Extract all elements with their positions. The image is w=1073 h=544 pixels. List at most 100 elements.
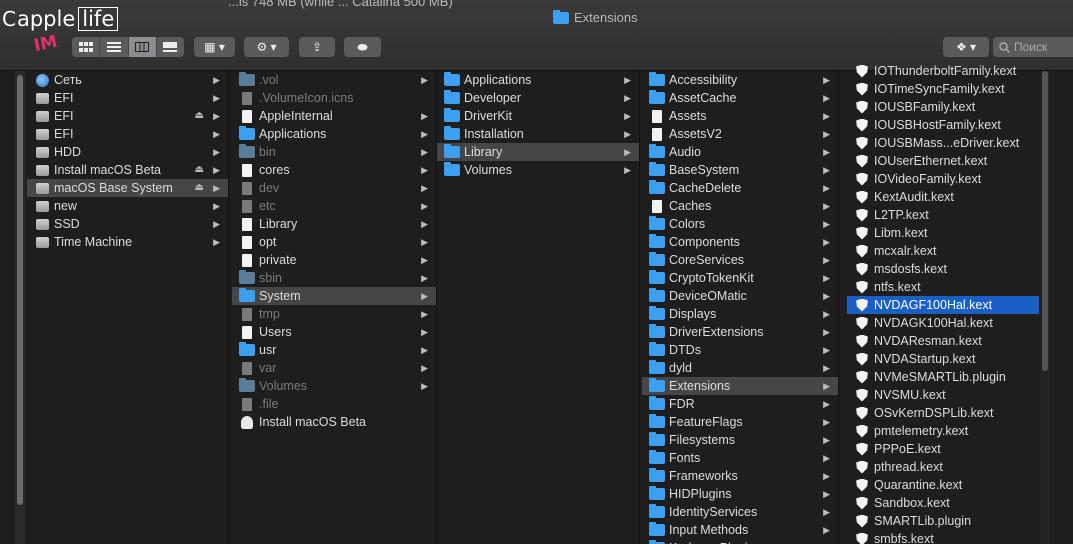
tag-button[interactable]: ⬬	[344, 37, 381, 57]
library-item[interactable]: IdentityServices ▶	[642, 503, 838, 521]
library-item[interactable]: CryptoTokenKit ▶	[642, 269, 838, 287]
root-item[interactable]: dev ▶	[232, 179, 436, 197]
root-item[interactable]: opt ▶	[232, 233, 436, 251]
root-item[interactable]: .vol ▶	[232, 71, 436, 89]
root-item[interactable]: private ▶	[232, 251, 436, 269]
search-input[interactable]: Поиск	[993, 37, 1073, 57]
extensions-item[interactable]: Libm.kext	[847, 224, 1039, 242]
list-view-button[interactable]	[100, 37, 129, 57]
system-item[interactable]: Developer ▶	[437, 89, 639, 107]
extensions-item[interactable]: msdosfs.kext	[847, 260, 1039, 278]
extensions-item[interactable]: ntfs.kext	[847, 278, 1039, 296]
eject-icon[interactable]: ⏏	[195, 107, 204, 125]
root-item[interactable]: System ▶	[232, 287, 436, 305]
extensions-item[interactable]: NVDAResman.kext	[847, 332, 1039, 350]
sidebar-item[interactable]: HDD ▶	[27, 143, 228, 161]
system-item[interactable]: DriverKit ▶	[437, 107, 639, 125]
library-item[interactable]: DTDs ▶	[642, 341, 838, 359]
view-mode-segment[interactable]	[72, 37, 184, 57]
scrollbar-thumb[interactable]	[1042, 71, 1048, 371]
library-item[interactable]: DriverExtensions ▶	[642, 323, 838, 341]
library-item[interactable]: Input Methods ▶	[642, 521, 838, 539]
root-item[interactable]: cores ▶	[232, 161, 436, 179]
sidebar-item[interactable]: new ▶	[27, 197, 228, 215]
extensions-item[interactable]: pmtelemetry.kext	[847, 422, 1039, 440]
sidebar-item[interactable]: EFI ▶	[27, 125, 228, 143]
system-item[interactable]: Library ▶	[437, 143, 639, 161]
root-item[interactable]: Library ▶	[232, 215, 436, 233]
library-item[interactable]: HIDPlugins ▶	[642, 485, 838, 503]
column-view-button[interactable]	[128, 37, 157, 57]
sidebar-item[interactable]: SSD ▶	[27, 215, 228, 233]
sidebar-item[interactable]: Install macOS Beta ⏏ ▶	[27, 161, 228, 179]
extensions-item[interactable]: IOVideoFamily.kext	[847, 170, 1039, 188]
root-item[interactable]: .file	[232, 395, 436, 413]
sidebar-item[interactable]: macOS Base System ⏏ ▶	[27, 179, 228, 197]
root-item[interactable]: Applications ▶	[232, 125, 436, 143]
root-item[interactable]: bin ▶	[232, 143, 436, 161]
root-item[interactable]: .VolumeIcon.icns	[232, 89, 436, 107]
library-item[interactable]: CacheDelete ▶	[642, 179, 838, 197]
library-item[interactable]: Filesystems ▶	[642, 431, 838, 449]
extensions-item[interactable]: NVDAGK100Hal.kext	[847, 314, 1039, 332]
extensions-item[interactable]: PPPoE.kext	[847, 440, 1039, 458]
extensions-item[interactable]: IOUserEthernet.kext	[847, 152, 1039, 170]
extensions-item[interactable]: IOUSBMass...eDriver.kext	[847, 134, 1039, 152]
library-item[interactable]: Components ▶	[642, 233, 838, 251]
extensions-item[interactable]: NVDAGF100Hal.kext	[847, 296, 1039, 314]
root-item[interactable]: sbin ▶	[232, 269, 436, 287]
library-item[interactable]: Colors ▶	[642, 215, 838, 233]
library-item[interactable]: Displays ▶	[642, 305, 838, 323]
root-item[interactable]: Install macOS Beta	[232, 413, 436, 431]
extensions-item[interactable]: IOUSBHostFamily.kext	[847, 116, 1039, 134]
extensions-item[interactable]: OSvKernDSPLib.kext	[847, 404, 1039, 422]
extensions-item[interactable]: mcxalr.kext	[847, 242, 1039, 260]
scrollbar-thumb[interactable]	[17, 75, 23, 505]
system-item[interactable]: Applications ▶	[437, 71, 639, 89]
sidebar-item[interactable]: EFI ▶	[27, 89, 228, 107]
eject-icon[interactable]: ⏏	[195, 161, 204, 179]
root-item[interactable]: var ▶	[232, 359, 436, 377]
extensions-item[interactable]: Sandbox.kext	[847, 494, 1039, 512]
extensions-item[interactable]: NVSMU.kext	[847, 386, 1039, 404]
sidebar-item[interactable]: Time Machine ▶	[27, 233, 228, 251]
library-item[interactable]: DeviceOMatic ▶	[642, 287, 838, 305]
scrollbar-right[interactable]	[1040, 71, 1050, 544]
extensions-item[interactable]: IOUSBFamily.kext	[847, 98, 1039, 116]
library-item[interactable]: AssetsV2 ▶	[642, 125, 838, 143]
root-item[interactable]: Users ▶	[232, 323, 436, 341]
dropbox-button[interactable]: ❖ ▾	[943, 37, 989, 57]
gallery-view-button[interactable]	[157, 37, 184, 57]
extensions-item[interactable]: NVDAStartup.kext	[847, 350, 1039, 368]
library-item[interactable]: dyld ▶	[642, 359, 838, 377]
extensions-item[interactable]: KextAudit.kext	[847, 188, 1039, 206]
group-button[interactable]: ▦ ▾	[194, 37, 235, 57]
extensions-item[interactable]: L2TP.kext	[847, 206, 1039, 224]
library-item[interactable]: FDR ▶	[642, 395, 838, 413]
library-item[interactable]: BaseSystem ▶	[642, 161, 838, 179]
extensions-item[interactable]: SMARTLib.plugin	[847, 512, 1039, 530]
sidebar-item[interactable]: EFI ⏏ ▶	[27, 107, 228, 125]
scrollbar-left[interactable]	[15, 71, 25, 544]
sidebar-item[interactable]: Сеть ▶	[27, 71, 228, 89]
eject-icon[interactable]: ⏏	[195, 179, 204, 197]
system-item[interactable]: Installation ▶	[437, 125, 639, 143]
library-item[interactable]: FeatureFlags ▶	[642, 413, 838, 431]
root-item[interactable]: tmp ▶	[232, 305, 436, 323]
root-item[interactable]: usr ▶	[232, 341, 436, 359]
library-item[interactable]: Assets ▶	[642, 107, 838, 125]
extensions-item[interactable]: IOTimeSyncFamily.kext	[847, 80, 1039, 98]
icon-view-button[interactable]	[72, 37, 101, 57]
library-item[interactable]: Fonts ▶	[642, 449, 838, 467]
library-item[interactable]: Extensions ▶	[642, 377, 838, 395]
extensions-item[interactable]: smbfs.kext	[847, 530, 1039, 544]
root-item[interactable]: etc ▶	[232, 197, 436, 215]
root-item[interactable]: AppleInternal ▶	[232, 107, 436, 125]
library-item[interactable]: Frameworks ▶	[642, 467, 838, 485]
library-item[interactable]: AssetCache ▶	[642, 89, 838, 107]
extensions-item[interactable]: IOThunderboltFamily.kext	[847, 62, 1039, 80]
extensions-item[interactable]: NVMeSMARTLib.plugin	[847, 368, 1039, 386]
action-button[interactable]: ⚙ ▾	[244, 37, 289, 57]
library-item[interactable]: Caches ▶	[642, 197, 838, 215]
system-item[interactable]: Volumes ▶	[437, 161, 639, 179]
